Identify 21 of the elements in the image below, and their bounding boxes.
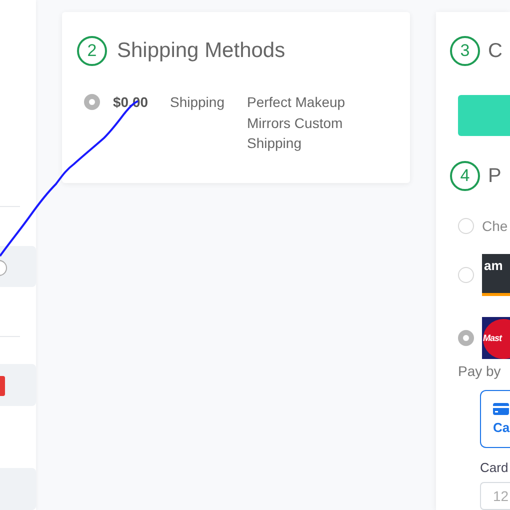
pay-by-label: Pay by [458, 363, 502, 380]
radio-button[interactable] [458, 330, 474, 346]
section-title: P [488, 164, 502, 188]
step-number: 3 [450, 36, 480, 66]
radio-button[interactable] [84, 94, 100, 110]
shipping-price: $0.00 [113, 93, 150, 112]
step-number: 4 [450, 161, 480, 192]
radio-button[interactable] [458, 218, 474, 234]
card-number-field[interactable]: 12 [480, 482, 510, 510]
shipping-carrier: Shipping [170, 93, 226, 112]
section-title: C [488, 40, 502, 62]
shipping-description: Perfect Makeup Mirrors Custom Shipping [247, 93, 346, 153]
mastercard-logo: Mast [482, 317, 510, 360]
step-number: 2 [77, 36, 107, 66]
card-label: Card [480, 460, 510, 475]
amazon-logo: am [482, 254, 510, 296]
checkout-button[interactable] [458, 95, 510, 136]
payment-label: Che [482, 218, 508, 234]
section-title: Shipping Methods [117, 39, 286, 63]
card-option[interactable]: Ca [480, 390, 510, 448]
radio-button[interactable] [458, 267, 474, 284]
